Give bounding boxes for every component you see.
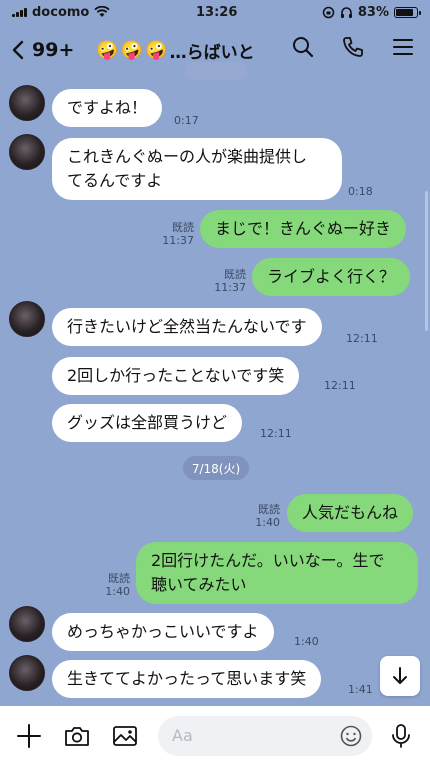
title-emoji-3: 🤪	[145, 39, 168, 61]
message-bubble-incoming[interactable]: これきんぐぬーの人が楽曲提供し てるんですよ	[52, 138, 342, 200]
camera-icon	[65, 726, 89, 746]
message-bubble-outgoing[interactable]: ライブよく行く？	[252, 258, 411, 296]
title-emoji-1: 🤪	[96, 39, 119, 61]
header-actions	[290, 34, 416, 60]
avatar[interactable]	[9, 134, 45, 170]
message-field-wrapper	[158, 715, 372, 756]
message-time: 1:40	[105, 585, 130, 598]
battery-fill	[396, 8, 413, 16]
previous-message-edge	[185, 62, 247, 80]
message-time: 1:40	[294, 635, 319, 648]
read-receipt: 既読	[258, 503, 280, 516]
message-time: 12:11	[324, 379, 356, 392]
chat-area[interactable]: ですよね！ 0:17 これきんぐぬーの人が楽曲提供し てるんですよ 0:18 既…	[0, 62, 430, 706]
avatar[interactable]	[9, 85, 45, 121]
camera-button[interactable]	[62, 721, 92, 751]
message-bubble-outgoing[interactable]: まじで！きんぐぬー好き	[200, 210, 407, 248]
chevron-left-icon	[12, 40, 24, 60]
avatar[interactable]	[9, 301, 45, 337]
phone-icon	[343, 37, 363, 57]
message-time: 12:11	[260, 427, 292, 440]
hamburger-menu-icon	[393, 39, 413, 55]
arrow-down-icon	[393, 667, 407, 684]
message-bubble-incoming[interactable]: めっちゃかっこいいですよ	[52, 613, 274, 651]
carrier-name: docomo	[32, 4, 90, 20]
status-right: 83%	[322, 4, 421, 20]
read-receipt: 既読	[108, 572, 130, 585]
avatar[interactable]	[9, 606, 45, 642]
message-time: 11:37	[162, 234, 194, 247]
image-icon	[113, 725, 137, 746]
title-emoji-2: 🤪	[120, 39, 144, 61]
battery-icon	[394, 6, 421, 18]
message-bubble-outgoing[interactable]: 2回行けたんだ。いいなー。生で 聴いてみたい	[136, 542, 418, 604]
voice-button[interactable]	[386, 721, 416, 751]
microphone-icon	[392, 723, 410, 748]
title-text: …らばいと	[169, 42, 255, 63]
search-icon	[293, 37, 314, 58]
message-time: 1:41	[348, 683, 373, 696]
menu-button[interactable]	[390, 34, 416, 60]
photo-button[interactable]	[110, 721, 140, 751]
rotation-lock-icon	[322, 6, 335, 18]
message-input-bar	[0, 706, 430, 765]
signal-icon	[12, 7, 27, 17]
battery-percent: 83%	[357, 4, 389, 20]
scroll-to-bottom-button[interactable]	[380, 656, 420, 696]
message-bubble-incoming[interactable]: ですよね！	[52, 89, 163, 127]
search-button[interactable]	[290, 34, 316, 60]
add-button[interactable]	[14, 721, 44, 751]
unread-count: 99+	[32, 39, 75, 61]
message-time: 0:18	[348, 185, 373, 198]
scrollbar[interactable]	[425, 191, 428, 331]
status-bar: docomo 13:26 83%	[0, 0, 430, 24]
message-time: 12:11	[346, 332, 378, 345]
wifi-icon	[94, 6, 110, 17]
message-bubble-incoming[interactable]: 2回しか行ったことないです笑	[52, 357, 300, 395]
message-time: 0:17	[174, 114, 199, 127]
back-button[interactable]: 99+	[10, 39, 74, 61]
clock: 13:26	[196, 4, 238, 20]
message-bubble-incoming[interactable]: 生きててよかったって思います笑	[52, 660, 322, 698]
emoji-icon[interactable]	[340, 725, 362, 747]
read-receipt: 既読	[172, 221, 194, 234]
message-bubble-incoming[interactable]: グッズは全部買うけど	[52, 404, 243, 442]
chat-title[interactable]: 🤪 🤪 🤪 …らばいと	[96, 38, 254, 63]
message-time: 11:37	[214, 281, 246, 294]
avatar[interactable]	[9, 655, 45, 691]
call-button[interactable]	[340, 34, 366, 60]
message-time: 1:40	[255, 516, 280, 529]
read-receipt: 既読	[224, 268, 246, 281]
date-divider: 7/18(火)	[183, 456, 249, 480]
headphones-icon	[340, 6, 352, 18]
message-bubble-outgoing[interactable]: 人気だもんね	[287, 494, 414, 532]
status-left: docomo	[12, 5, 110, 20]
plus-icon	[17, 723, 41, 748]
message-bubble-incoming[interactable]: 行きたいけど全然当たんないです	[52, 308, 322, 346]
